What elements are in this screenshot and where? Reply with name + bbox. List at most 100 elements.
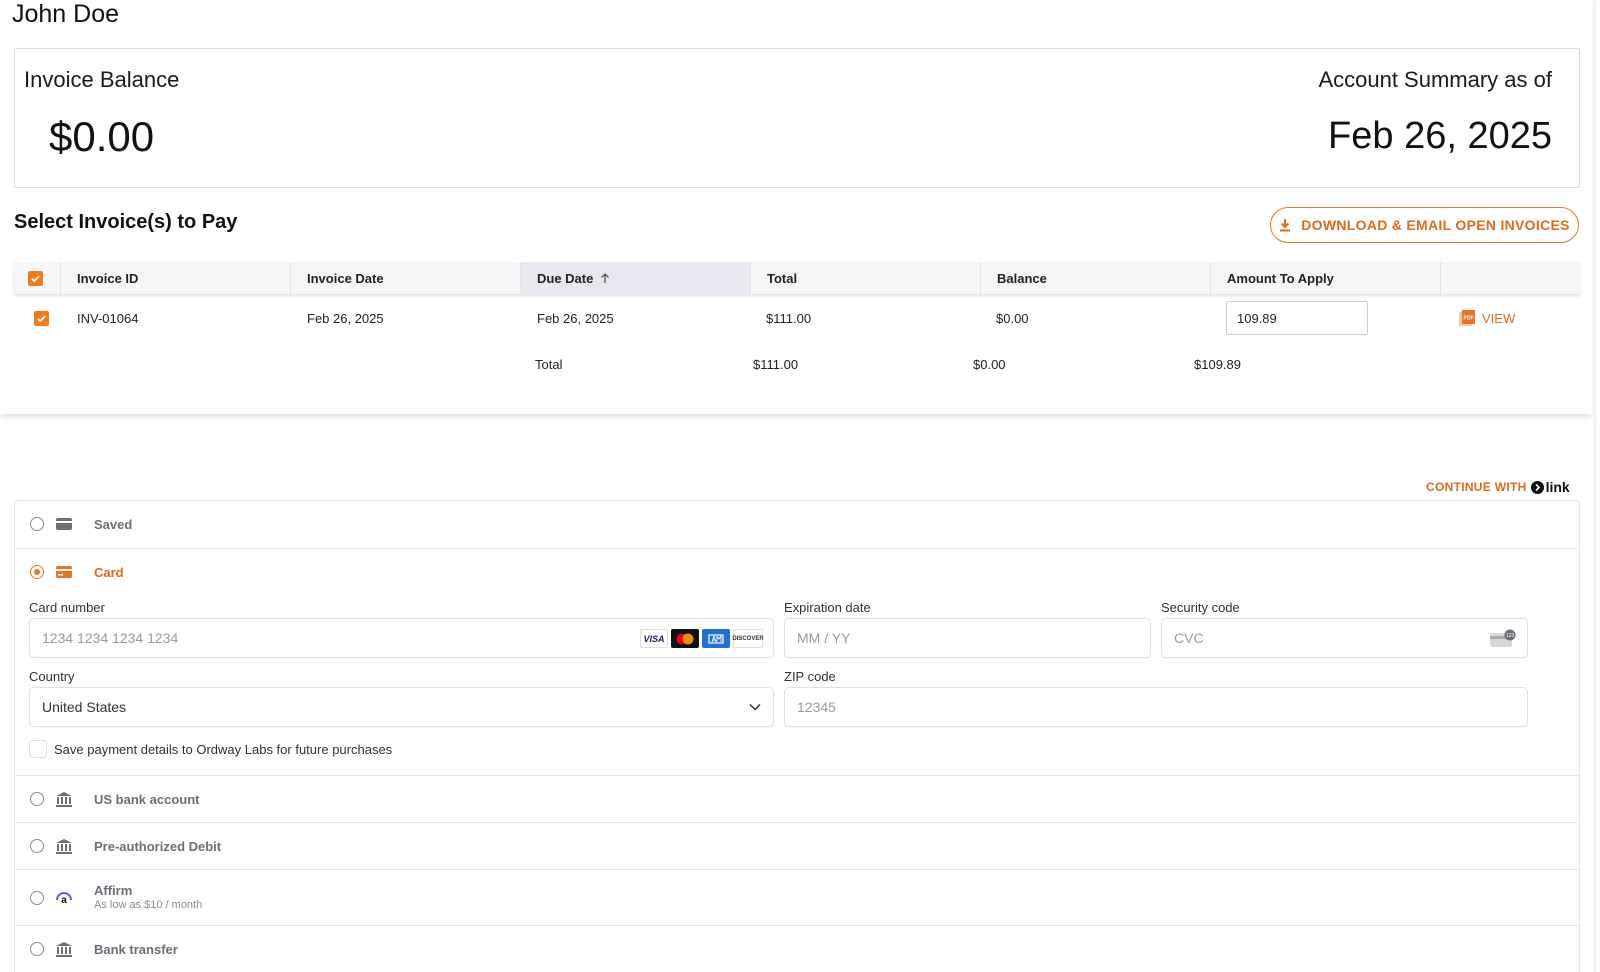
customer-name: John Doe <box>12 0 120 28</box>
payment-method-preauthorized-debit[interactable]: Pre-authorized Debit <box>15 822 1579 869</box>
cvc-placeholder: CVC <box>1174 630 1204 646</box>
account-summary-label: Account Summary as of <box>1318 67 1552 92</box>
totals-amount: $109.89 <box>1194 356 1241 372</box>
save-payment-label: Save payment details to Ordway Labs for … <box>54 742 393 757</box>
table-row: INV-01064 Feb 26, 2025 Feb 26, 2025 $111… <box>14 294 1580 342</box>
discover-icon: DISCOVER <box>732 629 764 648</box>
card-icon <box>56 566 72 578</box>
preauthorized-debit-radio[interactable] <box>30 839 44 853</box>
country-select[interactable]: United States <box>29 687 774 727</box>
link-brand-label: link <box>1545 479 1570 495</box>
country-label: Country <box>29 669 75 684</box>
download-icon <box>1279 218 1291 232</box>
view-cell: PDF VIEW <box>1440 294 1580 342</box>
check-icon <box>31 274 40 282</box>
preauthorized-debit-label: Pre-authorized Debit <box>94 839 222 854</box>
check-icon <box>37 314 46 322</box>
due-date-cell: Feb 26, 2025 <box>537 310 614 326</box>
expiration-placeholder: MM / YY <box>797 630 851 646</box>
card-number-label: Card number <box>29 600 105 615</box>
column-header-total[interactable]: Total <box>750 262 980 294</box>
continue-with-label: CONTINUE WITH <box>1426 480 1527 494</box>
bank-transfer-label: Bank transfer <box>94 942 178 957</box>
amount-to-apply-cell <box>1210 294 1440 342</box>
pdf-icon: PDF <box>1459 310 1475 326</box>
page-edge <box>1594 0 1596 972</box>
row-select-cell <box>18 294 62 342</box>
bank-icon <box>56 942 72 957</box>
expiration-date-label: Expiration date <box>784 600 871 615</box>
payment-method-affirm[interactable]: a Affirm As low as $10 / month <box>15 869 1579 925</box>
bank-icon <box>56 839 72 854</box>
invoice-table: Invoice ID Invoice Date Due Date Total B… <box>14 262 1580 386</box>
affirm-icon: a <box>56 892 72 905</box>
card-number-field[interactable]: 1234 1234 1234 1234 VISA DISCOVER <box>29 618 774 658</box>
us-bank-radio[interactable] <box>30 792 44 806</box>
payment-method-us-bank[interactable]: US bank account <box>15 775 1579 822</box>
invoice-date-cell: Feb 26, 2025 <box>307 310 384 326</box>
continue-with-link-button[interactable]: CONTINUE WITH link <box>1426 479 1570 495</box>
column-header-due-date[interactable]: Due Date <box>520 262 750 294</box>
affirm-label: Affirm <box>94 883 133 898</box>
due-date-header-label: Due Date <box>537 270 594 286</box>
view-link-label: VIEW <box>1482 310 1516 326</box>
zip-code-label: ZIP code <box>784 669 836 684</box>
column-header-invoice-id[interactable]: Invoice ID <box>60 262 290 294</box>
bank-transfer-radio[interactable] <box>30 942 44 956</box>
total-cell: $111.00 <box>766 310 812 326</box>
expiration-date-field[interactable]: MM / YY <box>784 618 1151 658</box>
zip-code-field[interactable]: 12345 <box>784 687 1528 727</box>
saved-radio[interactable] <box>30 517 44 531</box>
totals-row: Total $111.00 $0.00 $109.89 <box>14 342 1580 386</box>
bank-icon <box>56 792 72 807</box>
view-invoice-link[interactable]: PDF VIEW <box>1458 309 1515 327</box>
svg-text:a: a <box>61 895 67 905</box>
amount-to-apply-input[interactable] <box>1226 301 1368 335</box>
payment-method-card: Card Card number 1234 1234 1234 1234 VIS… <box>15 548 1579 775</box>
column-header-balance[interactable]: Balance <box>980 262 1210 294</box>
download-email-invoices-button[interactable]: DOWNLOAD & EMAIL OPEN INVOICES <box>1270 207 1579 243</box>
svg-text:123: 123 <box>1506 633 1515 639</box>
invoice-section: John Doe Invoice Balance $0.00 Account S… <box>0 0 1592 414</box>
card-number-placeholder: 1234 1234 1234 1234 <box>42 630 179 646</box>
affirm-radio[interactable] <box>30 891 44 905</box>
link-arrow-icon <box>1530 480 1544 494</box>
zip-placeholder: 12345 <box>797 699 836 715</box>
column-header-invoice-date[interactable]: Invoice Date <box>290 262 520 294</box>
account-summary-date: Feb 26, 2025 <box>1328 115 1552 157</box>
us-bank-label: US bank account <box>94 792 200 807</box>
invoice-balance-label: Invoice Balance <box>24 67 180 92</box>
svg-text:PDF: PDF <box>1464 316 1474 322</box>
security-code-field[interactable]: CVC 123 <box>1161 618 1528 658</box>
balance-card: Invoice Balance $0.00 Account Summary as… <box>14 48 1580 188</box>
sort-ascending-icon <box>601 273 610 283</box>
balance-cell: $0.00 <box>996 310 1029 326</box>
table-header: Invoice ID Invoice Date Due Date Total B… <box>14 262 1580 294</box>
chevron-down-icon <box>749 703 761 711</box>
link-logo: link <box>1530 479 1570 495</box>
select-all-cell <box>14 262 62 294</box>
amex-icon <box>702 629 730 648</box>
security-code-label: Security code <box>1161 600 1240 615</box>
mastercard-icon <box>671 629 699 648</box>
save-payment-checkbox[interactable] <box>29 740 47 758</box>
country-value: United States <box>42 699 127 715</box>
download-button-label: DOWNLOAD & EMAIL OPEN INVOICES <box>1301 217 1570 233</box>
totals-balance: $0.00 <box>973 356 1006 372</box>
select-all-checkbox[interactable] <box>28 270 43 286</box>
payment-method-box: Saved Card Card number 1234 1234 1234 12… <box>14 500 1580 972</box>
payment-method-saved[interactable]: Saved <box>15 501 1579 548</box>
saved-label: Saved <box>94 517 133 532</box>
section-title: Select Invoice(s) to Pay <box>14 211 238 233</box>
column-header-actions <box>1440 262 1580 294</box>
row-checkbox[interactable] <box>34 310 49 326</box>
card-radio[interactable] <box>30 565 44 579</box>
totals-label: Total <box>535 356 563 372</box>
column-header-amount-to-apply[interactable]: Amount To Apply <box>1210 262 1440 294</box>
wallet-icon <box>56 518 72 530</box>
invoice-id-cell: INV-01064 <box>77 310 139 326</box>
card-brand-logos: VISA DISCOVER <box>640 629 764 648</box>
invoice-balance-amount: $0.00 <box>49 113 155 160</box>
affirm-sublabel: As low as $10 / month <box>94 899 203 911</box>
payment-method-bank-transfer[interactable]: Bank transfer <box>15 925 1579 972</box>
